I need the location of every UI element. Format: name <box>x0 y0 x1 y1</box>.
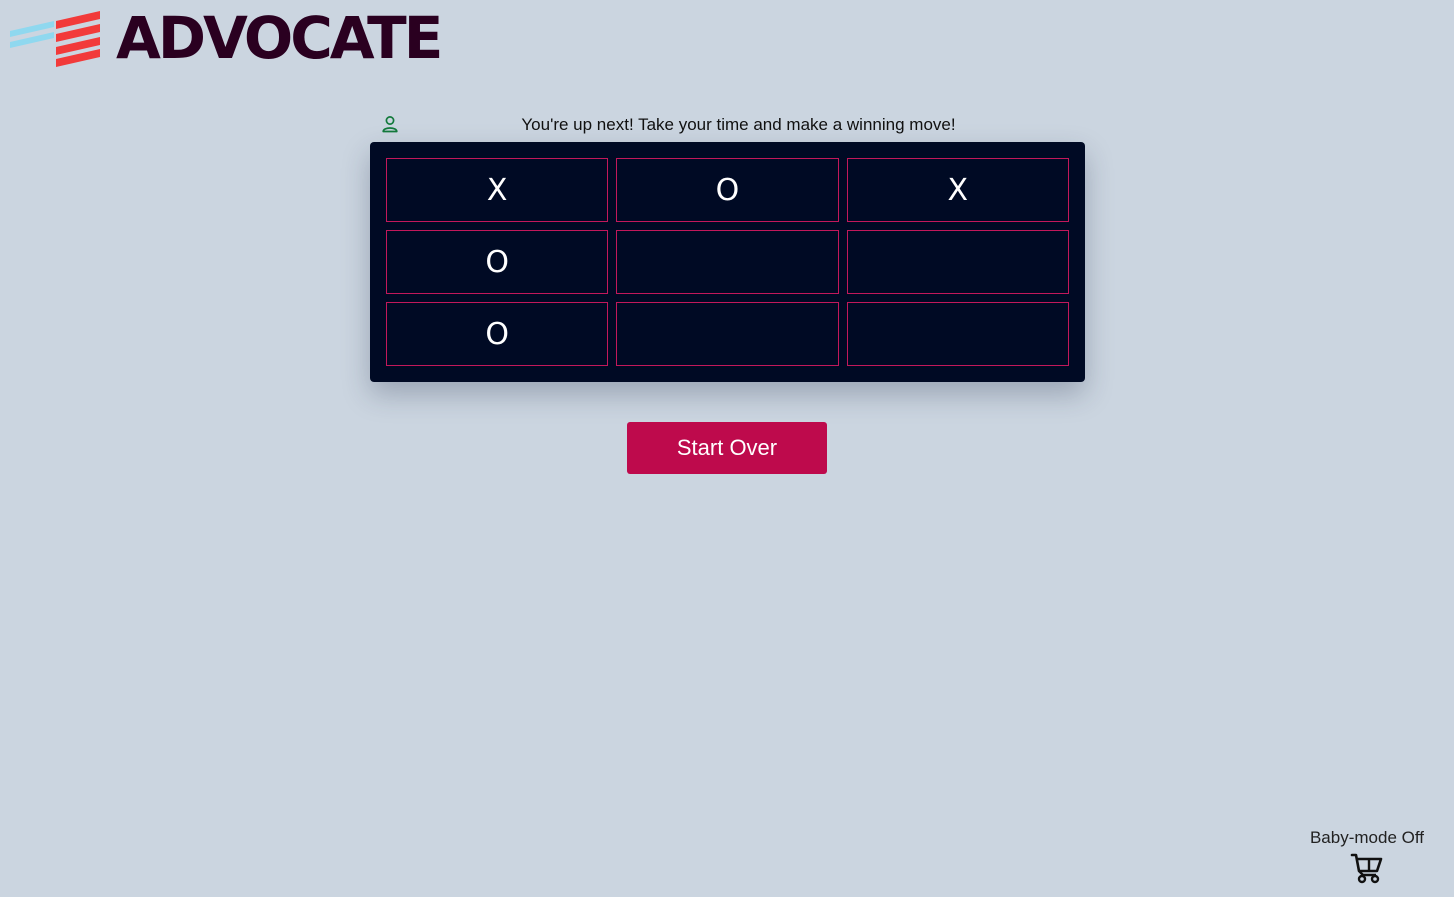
turn-status: You're up next! Take your time and make … <box>370 112 1085 138</box>
board-cell-4[interactable]: O <box>386 230 609 294</box>
brand-logo: ADVOCATE <box>10 4 443 72</box>
board-cell-7[interactable]: O <box>386 302 609 366</box>
board-cell-5[interactable] <box>616 230 839 294</box>
stripes-logo-icon <box>10 11 100 67</box>
board-cell-8[interactable] <box>616 302 839 366</box>
board-cell-6[interactable] <box>846 230 1069 294</box>
board-cell-3[interactable]: X <box>846 158 1069 222</box>
status-message: You're up next! Take your time and make … <box>521 115 956 134</box>
board-cell-2[interactable]: O <box>616 158 839 222</box>
stroller-icon[interactable] <box>1350 852 1384 884</box>
brand-name: ADVOCATE <box>116 4 443 72</box>
baby-mode-toggle[interactable]: Baby-mode Off <box>1310 828 1424 889</box>
board-cell-9[interactable] <box>846 302 1069 366</box>
board-cell-1[interactable]: X <box>386 158 609 222</box>
start-over-button[interactable]: Start Over <box>627 422 827 474</box>
baby-mode-label: Baby-mode Off <box>1309 828 1424 847</box>
game-board: X O X O O <box>370 142 1085 382</box>
